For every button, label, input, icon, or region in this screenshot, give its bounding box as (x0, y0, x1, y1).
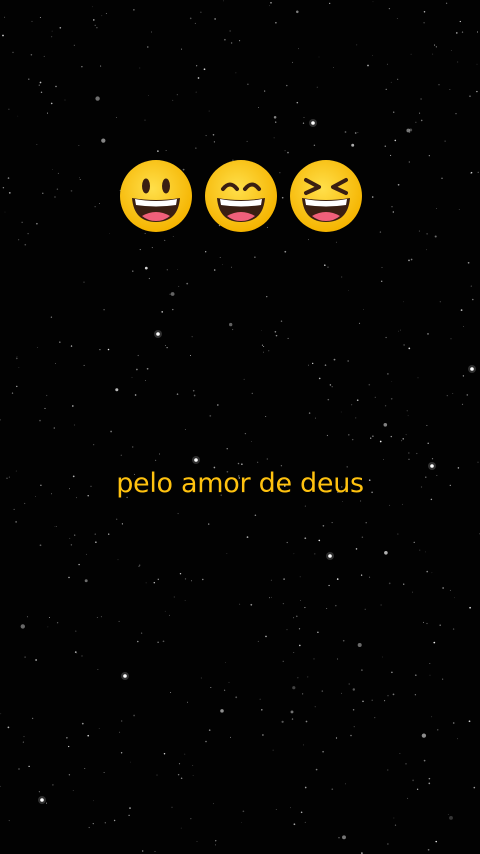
grinning-face-with-smiling-eyes-icon (205, 160, 277, 232)
emoji-row (0, 158, 480, 234)
video-frame: pelo amor de deus (0, 0, 480, 854)
grinning-squinting-face-icon (290, 160, 362, 232)
caption-text: pelo amor de deus (116, 468, 364, 499)
starfield-background (0, 0, 480, 854)
grinning-face-icon (120, 160, 192, 232)
